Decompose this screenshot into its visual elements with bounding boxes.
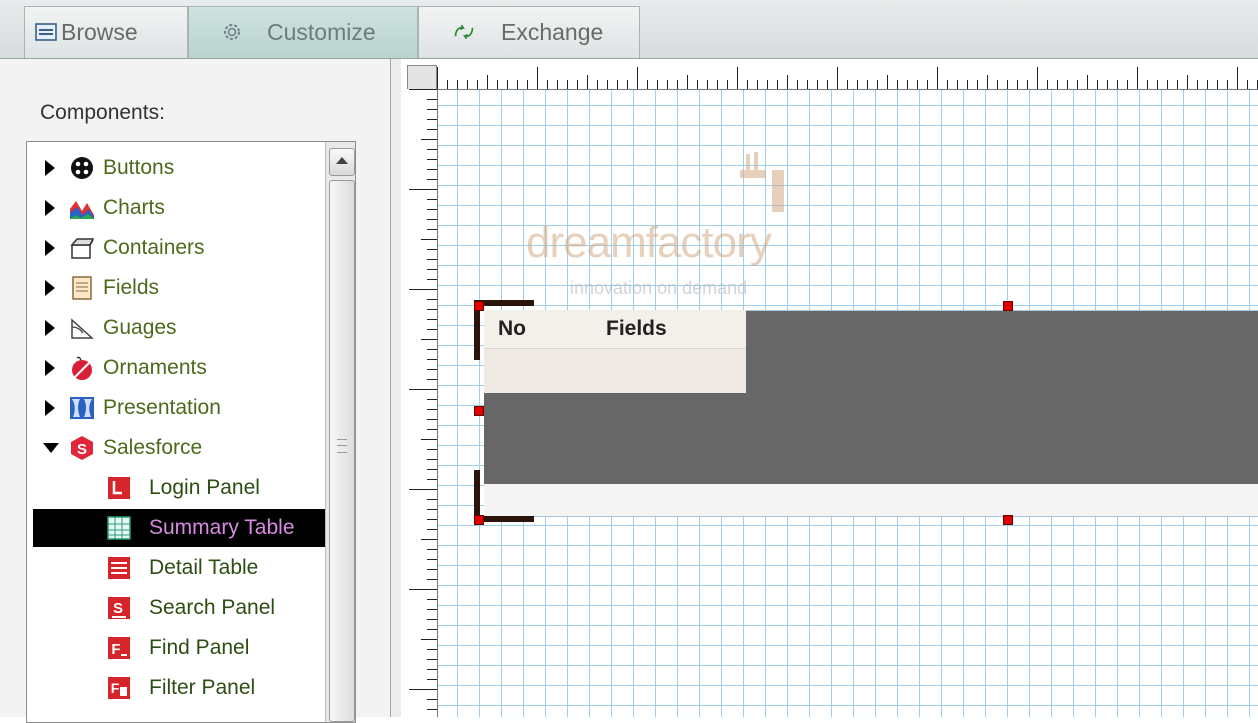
- dreamfactory-watermark: dreamfactory innovation on demand: [526, 150, 826, 310]
- scroll-up-button[interactable]: [329, 148, 355, 176]
- filter-panel-icon: F: [108, 677, 130, 699]
- column-header-fields[interactable]: Fields: [606, 317, 667, 341]
- tree-node-presentation[interactable]: Presentation: [27, 389, 323, 427]
- watermark-brand: dreamfactory: [526, 218, 772, 267]
- tree-node-label: Presentation: [103, 396, 221, 419]
- find-panel-icon: F: [108, 637, 130, 659]
- summary-table-header: No Fields: [484, 310, 746, 349]
- resize-handle-top-left[interactable]: [474, 301, 484, 311]
- summary-table-body: [484, 349, 746, 393]
- expand-arrow-icon[interactable]: [45, 200, 55, 216]
- salesforce-icon: S: [71, 436, 93, 460]
- tree-item-label: Search Panel: [149, 596, 276, 619]
- tree-item-login-panel[interactable]: Login Panel: [27, 469, 323, 507]
- resize-handle-bottom[interactable]: [1003, 515, 1013, 525]
- tab-exchange[interactable]: Exchange: [418, 6, 640, 58]
- tree-scrollbar[interactable]: [325, 142, 355, 722]
- tree-item-find-panel[interactable]: F Find Panel: [27, 629, 323, 667]
- search-panel-icon: S: [108, 597, 130, 619]
- components-panel: Components: Buttons Charts Containers Fi…: [0, 59, 390, 723]
- presentation-icon: [70, 397, 94, 419]
- expand-arrow-icon[interactable]: [45, 360, 55, 376]
- detail-table-icon: [108, 557, 130, 579]
- tab-browse-label: Browse: [61, 19, 138, 45]
- column-header-no[interactable]: No: [498, 317, 526, 341]
- tree-node-label: Ornaments: [103, 356, 207, 379]
- tree-item-label: Detail Table: [149, 556, 259, 579]
- svg-text:F: F: [111, 680, 120, 696]
- tree-node-label: Buttons: [103, 156, 175, 179]
- buttons-icon: [71, 157, 93, 179]
- selection-bracket: [474, 470, 480, 520]
- gauges-icon: [71, 318, 94, 339]
- window-icon: [35, 23, 57, 41]
- expand-arrow-icon[interactable]: [45, 280, 55, 296]
- tree-item-summary-table[interactable]: Summary Table: [33, 509, 331, 547]
- components-heading: Components:: [40, 101, 165, 124]
- svg-text:F: F: [111, 641, 120, 658]
- ornaments-icon: [72, 356, 92, 380]
- tree-node-ornaments[interactable]: Ornaments: [27, 349, 323, 387]
- tree-item-label: Login Panel: [149, 476, 260, 499]
- tree-node-buttons[interactable]: Buttons: [27, 149, 323, 187]
- summary-table-component[interactable]: No Fields: [482, 308, 1258, 518]
- tree-item-search-panel[interactable]: S Search Panel: [27, 589, 323, 627]
- tree-node-charts[interactable]: Charts: [27, 189, 323, 227]
- tab-customize[interactable]: Customize: [188, 6, 418, 58]
- expand-arrow-icon[interactable]: [45, 160, 55, 176]
- expand-arrow-icon[interactable]: [45, 240, 55, 256]
- tree-item-label: Find Panel: [149, 636, 250, 659]
- resize-handle-bottom-left[interactable]: [474, 515, 484, 525]
- collapse-arrow-icon[interactable]: [43, 443, 59, 453]
- tree-node-salesforce[interactable]: S Salesforce: [27, 429, 323, 467]
- dreamfactory-logo-icon: [740, 152, 784, 212]
- tree-item-filter-panel[interactable]: F Filter Panel: [27, 669, 323, 707]
- tree-node-containers[interactable]: Containers: [27, 229, 323, 267]
- resize-handle-top[interactable]: [1003, 301, 1013, 311]
- horizontal-ruler: [437, 65, 1258, 90]
- svg-text:S: S: [113, 600, 123, 617]
- containers-icon: [70, 238, 95, 259]
- summary-table-icon: [107, 516, 131, 540]
- tree-node-label: Guages: [103, 316, 177, 339]
- main-tab-bar: Browse Customize Exchange: [0, 0, 1258, 59]
- gear-icon: [224, 24, 240, 40]
- charts-icon: [70, 201, 94, 219]
- grip-icon: [337, 439, 347, 453]
- login-panel-icon: [108, 477, 130, 499]
- tree-node-label: Containers: [103, 236, 205, 259]
- ruler-corner: [407, 65, 437, 91]
- tree-item-label: Filter Panel: [149, 676, 256, 699]
- vertical-ruler: [407, 89, 438, 717]
- svg-text:S: S: [77, 441, 87, 458]
- exchange-arrows-icon: [454, 24, 474, 40]
- tab-browse[interactable]: Browse: [24, 6, 188, 58]
- components-tree: Buttons Charts Containers Fields Guages …: [26, 141, 356, 723]
- tree-node-label: Fields: [103, 276, 160, 299]
- tab-customize-label: Customize: [267, 19, 376, 45]
- fields-icon: [72, 276, 92, 300]
- tree-node-fields[interactable]: Fields: [27, 269, 323, 307]
- tab-exchange-label: Exchange: [501, 19, 604, 45]
- tree-node-label: Salesforce: [103, 436, 203, 459]
- resize-handle-left[interactable]: [474, 406, 484, 416]
- watermark-tagline: innovation on demand: [570, 278, 748, 298]
- tree-item-label: Summary Table: [149, 516, 295, 539]
- tree-item-detail-table[interactable]: Detail Table: [27, 549, 323, 587]
- tree-node-label: Charts: [103, 196, 165, 219]
- expand-arrow-icon[interactable]: [45, 320, 55, 336]
- tree-node-guages[interactable]: Guages: [27, 309, 323, 347]
- component-footer: [484, 484, 1258, 517]
- scrollbar-thumb[interactable]: [329, 180, 355, 722]
- expand-arrow-icon[interactable]: [45, 400, 55, 416]
